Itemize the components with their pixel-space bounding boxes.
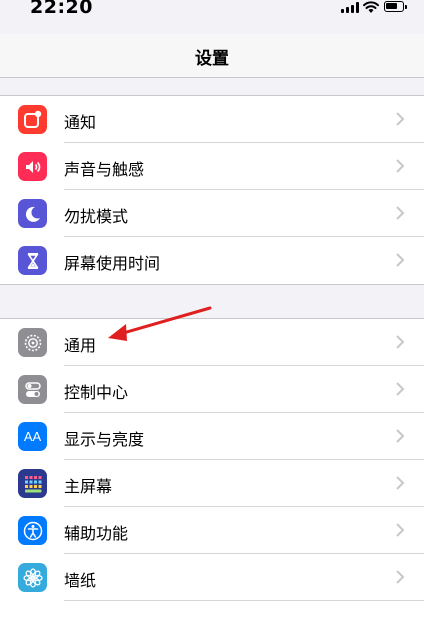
status-time: 22:20 <box>30 0 93 18</box>
chevron-right-icon <box>396 570 405 584</box>
chevron-right-icon <box>396 476 405 490</box>
cellular-signal-icon <box>341 2 359 13</box>
display-icon: AA <box>18 422 47 451</box>
settings-row-accessibility[interactable]: 辅助功能 <box>0 507 424 554</box>
chevron-right-icon <box>396 112 405 126</box>
settings-row-notifications[interactable]: 通知 <box>0 96 424 143</box>
notifications-icon <box>18 105 47 134</box>
row-label: 墙纸 <box>64 571 97 590</box>
settings-row-display-brightness[interactable]: AA 显示与亮度 <box>0 413 424 460</box>
row-separator <box>64 600 424 601</box>
row-label: 通知 <box>64 113 97 132</box>
chevron-right-icon <box>396 335 405 349</box>
row-label: 声音与触感 <box>64 160 145 179</box>
battery-tip <box>405 5 407 9</box>
row-label: 屏幕使用时间 <box>64 254 161 273</box>
home-screen-icon <box>18 469 47 498</box>
row-label: 辅助功能 <box>64 524 129 543</box>
settings-group-1: 通知 声音与触感 勿扰模式 屏幕使用时间 <box>0 95 424 285</box>
settings-row-wallpaper[interactable]: 墙纸 <box>0 554 424 601</box>
moon-icon <box>18 199 47 228</box>
row-label: 勿扰模式 <box>64 207 129 226</box>
chevron-right-icon <box>396 206 405 220</box>
row-label: 控制中心 <box>64 383 129 402</box>
status-bar: 22:20 <box>0 0 424 34</box>
settings-row-general[interactable]: 通用 <box>0 319 424 366</box>
chevron-right-icon <box>396 523 405 537</box>
wifi-icon <box>363 1 379 13</box>
settings-row-sounds[interactable]: 声音与触感 <box>0 143 424 190</box>
control-center-icon <box>18 375 47 404</box>
chevron-right-icon <box>396 159 405 173</box>
accessibility-icon <box>18 516 47 545</box>
settings-row-home-screen[interactable]: 主屏幕 <box>0 460 424 507</box>
settings-row-screen-time[interactable]: 屏幕使用时间 <box>0 237 424 284</box>
gear-icon <box>18 328 47 357</box>
chevron-right-icon <box>396 429 405 443</box>
sound-icon <box>18 152 47 181</box>
settings-group-2: 通用 控制中心 AA 显示与亮度 主屏幕 辅助功能 墙纸 <box>0 318 424 618</box>
battery-icon <box>384 1 404 12</box>
navigation-bar: 设置 <box>0 34 424 78</box>
settings-row-do-not-disturb[interactable]: 勿扰模式 <box>0 190 424 237</box>
hourglass-icon <box>18 246 47 275</box>
chevron-right-icon <box>396 253 405 267</box>
page-title: 设置 <box>195 49 229 69</box>
chevron-right-icon <box>396 382 405 396</box>
row-label: 通用 <box>64 336 97 355</box>
row-label: 显示与亮度 <box>64 430 145 449</box>
wallpaper-icon <box>18 563 47 592</box>
row-label: 主屏幕 <box>64 477 113 496</box>
settings-row-control-center[interactable]: 控制中心 <box>0 366 424 413</box>
